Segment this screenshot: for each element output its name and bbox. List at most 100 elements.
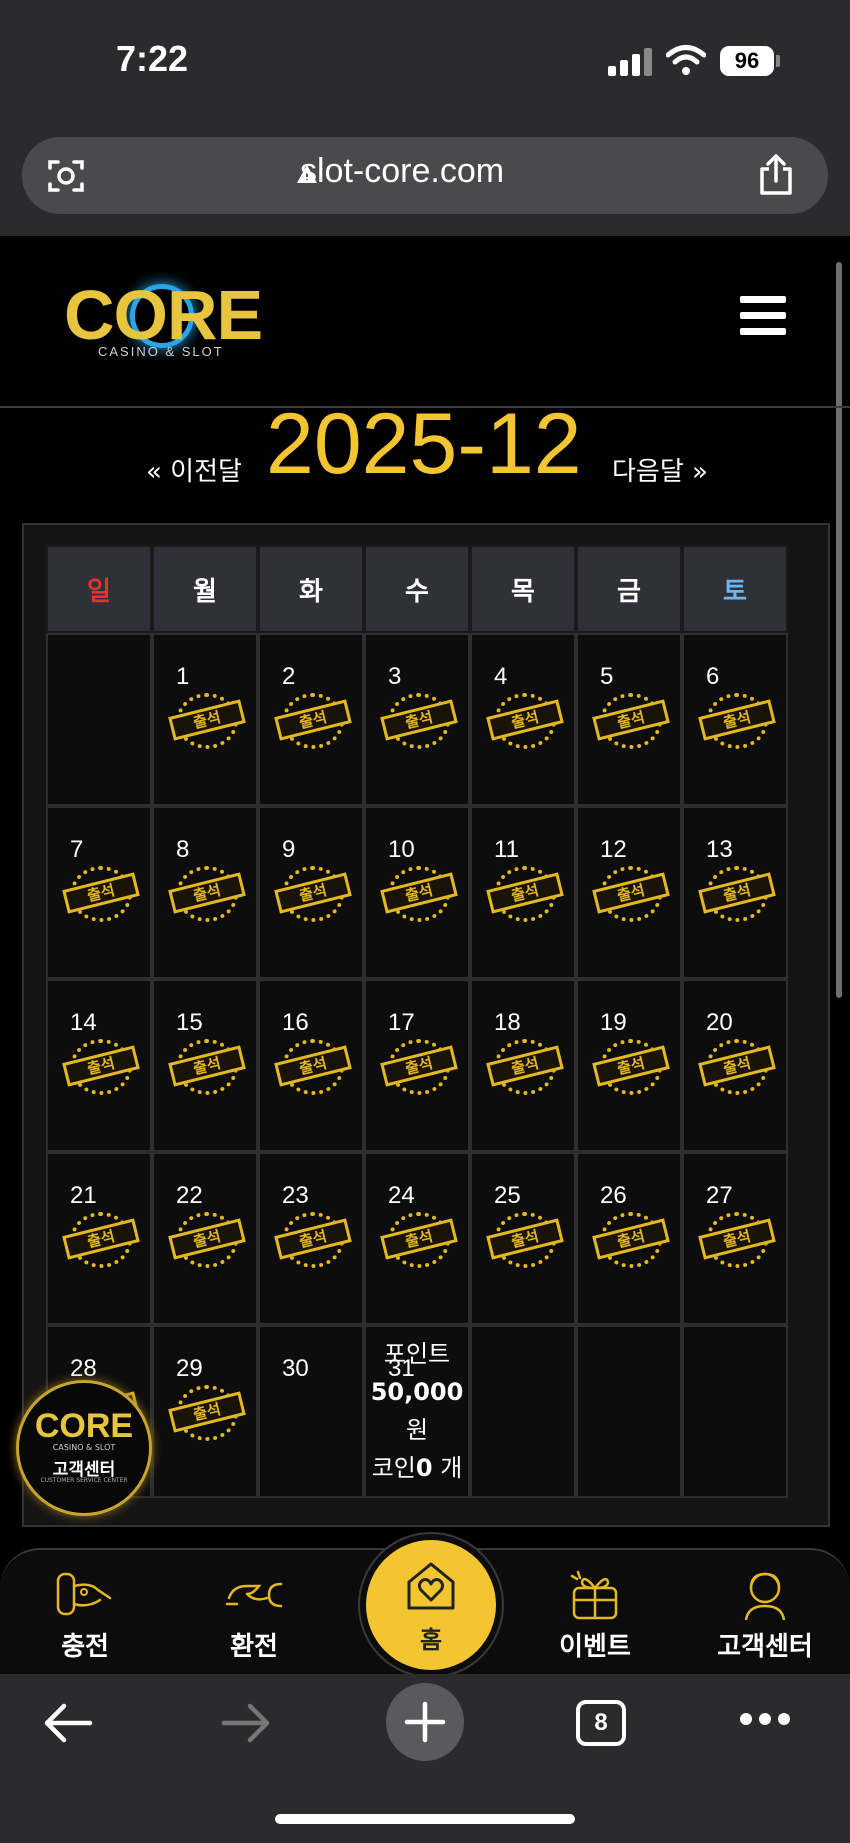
attendance-stamp-icon: 출석 xyxy=(592,1037,670,1097)
calendar-empty-cell xyxy=(470,1325,576,1498)
day-number: 12 xyxy=(600,836,627,863)
weekday-header: 금 xyxy=(576,545,682,633)
day-number: 22 xyxy=(176,1182,203,1209)
attendance-stamp-icon: 출석 xyxy=(698,1037,776,1097)
calendar-week-row: 28 출석29출석 30 포인트 50,000 원코인0 개 31 xyxy=(46,1325,808,1498)
day-number: 30 xyxy=(282,1355,309,1382)
day-number: 2 xyxy=(282,663,296,690)
battery-tip xyxy=(776,55,780,67)
wifi-icon xyxy=(666,45,706,75)
nav-home-label: 홈 xyxy=(419,1626,443,1654)
prev-month-link[interactable]: « 이전달 xyxy=(146,451,242,488)
calendar-day-cell[interactable]: 3 출석 xyxy=(364,633,470,806)
attendance-stamp-icon: 출석 xyxy=(486,1037,564,1097)
more-icon[interactable] xyxy=(740,1713,790,1727)
home-heart-icon xyxy=(407,1562,455,1610)
nav-event-label: 이벤트 xyxy=(559,1632,631,1662)
calendar-day-cell[interactable]: 4 출석 xyxy=(470,633,576,806)
calendar-day-cell[interactable]: 2 출석 xyxy=(258,633,364,806)
calendar-day-cell[interactable]: 19 출석 xyxy=(576,979,682,1152)
nav-exchange[interactable]: 환전 xyxy=(179,1568,329,1668)
battery-indicator: 96 xyxy=(720,46,774,76)
calendar-day-cell[interactable]: 25 출석 xyxy=(470,1152,576,1325)
calendar-day-cell[interactable]: 14 출석 xyxy=(46,979,152,1152)
calendar-day-cell[interactable]: 8 출석 xyxy=(152,806,258,979)
day-number: 28 xyxy=(70,1355,97,1382)
day-number: 14 xyxy=(70,1009,97,1036)
calendar-day-cell[interactable]: 12 출석 xyxy=(576,806,682,979)
day-number: 29 xyxy=(176,1355,203,1382)
calendar-day-cell[interactable]: 21 출석 xyxy=(46,1152,152,1325)
calendar-week-row: 7 출석 8 출석 9 출석 10 출석 11 출석 12 출석 13 출석 xyxy=(46,806,808,979)
calendar-day-cell[interactable]: 20 출석 xyxy=(682,979,788,1152)
support-agent-icon xyxy=(744,1572,786,1621)
cell-signal-icon xyxy=(608,46,652,76)
calendar-day-cell[interactable]: 9 출석 xyxy=(258,806,364,979)
day-number: 16 xyxy=(282,1009,309,1036)
calendar-day-cell[interactable]: 1 출석 xyxy=(152,633,258,806)
calendar-day-cell[interactable]: 7 출석 xyxy=(46,806,152,979)
calendar-day-cell[interactable]: 13 출석 xyxy=(682,806,788,979)
calendar-day-cell[interactable]: 포인트 50,000 원 코인0 개 31 xyxy=(364,1325,470,1498)
attendance-stamp-icon: 출석 xyxy=(274,864,352,924)
back-arrow-icon[interactable] xyxy=(42,1700,94,1746)
calendar-day-cell[interactable]: 24 출석 xyxy=(364,1152,470,1325)
calendar-day-cell[interactable]: 23 출석 xyxy=(258,1152,364,1325)
forward-arrow-icon[interactable] xyxy=(220,1700,272,1746)
day-number: 19 xyxy=(600,1009,627,1036)
next-month-link[interactable]: 다음달 » xyxy=(612,451,708,488)
attendance-stamp-icon: 출석 xyxy=(380,1210,458,1270)
calendar-day-cell[interactable]: 5 출석 xyxy=(576,633,682,806)
day-number: 18 xyxy=(494,1009,521,1036)
calendar-day-cell[interactable]: 6 출석 xyxy=(682,633,788,806)
nav-home-button[interactable]: 홈 xyxy=(360,1534,502,1676)
attendance-stamp-icon: 출석 xyxy=(486,691,564,751)
points-summary: 포인트 50,000 원 코인0 개 xyxy=(366,1335,468,1487)
calendar-day-cell[interactable]: 11 출석 xyxy=(470,806,576,979)
day-number: 24 xyxy=(388,1182,415,1209)
calendar-day-cell[interactable]: 29 출석 xyxy=(152,1325,258,1498)
support-logo-sub: CASINO & SLOT xyxy=(52,1443,116,1452)
day-number: 26 xyxy=(600,1182,627,1209)
share-icon[interactable] xyxy=(756,153,796,197)
new-tab-button[interactable] xyxy=(386,1683,464,1761)
weekday-header: 월 xyxy=(152,545,258,633)
points-label: 포인트 xyxy=(383,1340,451,1368)
nav-charge[interactable]: 충전 xyxy=(10,1568,160,1668)
menu-icon[interactable] xyxy=(740,296,786,336)
attendance-stamp-icon: 출석 xyxy=(380,864,458,924)
nav-support[interactable]: 고객센터 xyxy=(690,1568,840,1668)
nav-charge-label: 충전 xyxy=(61,1632,109,1662)
calendar-day-cell[interactable]: 18 출석 xyxy=(470,979,576,1152)
calendar-day-cell[interactable]: 22 출석 xyxy=(152,1152,258,1325)
calendar-day-cell[interactable]: 26 출석 xyxy=(576,1152,682,1325)
attendance-stamp-icon: 출석 xyxy=(274,691,352,751)
calendar-day-cell[interactable]: 15 출석 xyxy=(152,979,258,1152)
points-unit: 원 xyxy=(405,1416,429,1444)
calendar-day-cell[interactable]: 10 출석 xyxy=(364,806,470,979)
attendance-stamp-icon: 출석 xyxy=(274,1210,352,1270)
attendance-calendar: 일월화수목금토 1 출석 2 출석 3 출석 4 출석 5 출석 6 출석 7 출석 8 출석 9 출석 10 출석 1… xyxy=(22,523,830,1527)
support-float-button[interactable]: CORE CASINO & SLOT 고객센터 CUSTOMER SERVICE… xyxy=(16,1380,152,1516)
day-number: 13 xyxy=(706,836,733,863)
page-scrollbar[interactable] xyxy=(836,262,842,998)
calendar-day-cell[interactable]: 30 xyxy=(258,1325,364,1498)
camera-search-icon[interactable] xyxy=(46,156,86,196)
tabs-button[interactable]: 8 xyxy=(576,1700,626,1746)
gift-icon xyxy=(570,1570,618,1620)
calendar-grid: 일월화수목금토 1 출석 2 출석 3 출석 4 출석 5 출석 6 출석 7 출석 8 출석 9 출석 10 출석 1… xyxy=(46,545,808,1498)
calendar-empty-cell xyxy=(682,1325,788,1498)
calendar-day-cell[interactable]: 27 출석 xyxy=(682,1152,788,1325)
url-text[interactable]: slot-core.com xyxy=(300,152,504,191)
calendar-day-cell[interactable]: 16 출석 xyxy=(258,979,364,1152)
status-time: 7:22 xyxy=(116,38,189,79)
nav-event[interactable]: 이벤트 xyxy=(520,1568,670,1668)
day-number: 23 xyxy=(282,1182,309,1209)
calendar-day-cell[interactable]: 17 출석 xyxy=(364,979,470,1152)
day-number: 20 xyxy=(706,1009,733,1036)
weekday-header-row: 일월화수목금토 xyxy=(46,545,808,633)
site-logo[interactable]: CORE CASINO & SLOT xyxy=(64,280,264,362)
day-number: 1 xyxy=(176,663,190,690)
attendance-stamp-icon: 출석 xyxy=(62,1037,140,1097)
weekday-header: 화 xyxy=(258,545,364,633)
